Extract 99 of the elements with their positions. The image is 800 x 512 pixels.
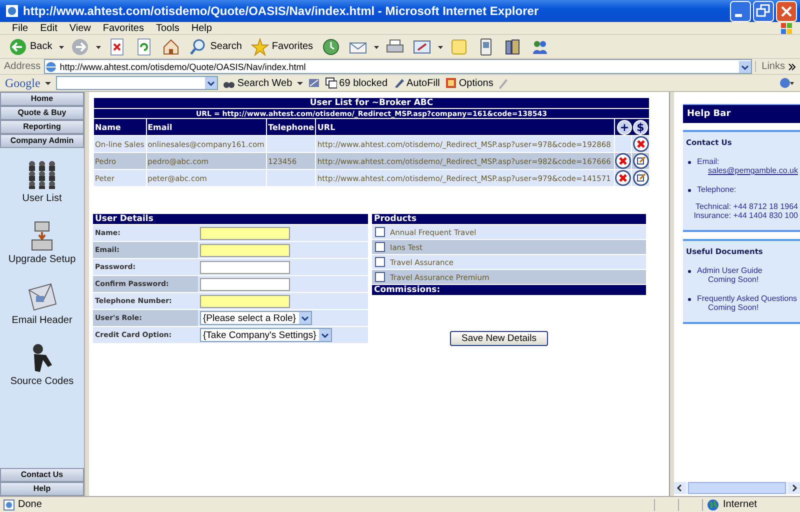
browser-icon [5,4,19,18]
column-header: URL [316,119,614,135]
edit-icon[interactable] [632,170,649,186]
nav-button[interactable]: Help [0,482,84,496]
edit-icon[interactable] [413,38,432,56]
bullet-icon [688,298,691,301]
user-group-icon[interactable] [26,160,58,190]
page-icon [44,60,57,72]
windows-logo-icon [780,22,794,34]
page-icon [3,498,15,510]
bullet-icon [688,161,691,164]
search-field[interactable] [56,76,218,90]
chevron-icon[interactable] [788,62,796,72]
address-label: Address [4,61,41,72]
printer-icon[interactable] [386,38,404,56]
round-button[interactable]: + [617,120,632,134]
pen-icon [392,77,405,89]
status-text: Done [18,499,42,510]
delete-icon[interactable] [615,170,632,186]
history-icon[interactable] [322,38,340,56]
help-text: Coming Soon! [707,275,760,284]
checkbox[interactable] [375,242,385,252]
section-header: User Details [93,214,368,224]
search-icon [189,38,208,56]
horizontal-scrollbar[interactable] [674,482,800,494]
table-title: User List for ~Broker ABC [94,98,649,108]
section-header: Products [372,214,646,224]
help-text: Email: [697,157,720,166]
nav-link[interactable]: Source Codes [10,376,74,387]
checkbox[interactable] [375,227,385,237]
round-button[interactable]: $ [633,120,648,134]
envelope-icon[interactable] [26,282,58,312]
stop-icon[interactable] [108,38,126,56]
nav-button[interactable]: Home [0,92,84,106]
google-logo[interactable]: Google [5,76,40,90]
input-field[interactable] [200,278,290,290]
nav-link[interactable]: Email Header [12,315,72,326]
dropdown[interactable]: {Please select a Role} [200,311,312,325]
delete-icon[interactable] [615,153,632,169]
minimize-button[interactable] [730,0,751,22]
dropdown[interactable]: {Take Company's Settings} [200,328,332,342]
globe-icon [707,498,719,510]
links-button[interactable]: Links [754,61,785,72]
help-bar-title: Help Bar [683,104,800,123]
close-button[interactable] [776,0,797,22]
help-text: Telephone: [697,185,736,194]
input-field[interactable] [200,244,290,256]
refresh-icon[interactable] [135,38,154,56]
input-field[interactable] [200,260,290,274]
section-header: Commissions: [372,285,646,295]
nav-link[interactable]: Upgrade Setup [8,254,76,265]
email-link[interactable]: sales@pemgamble.co.uk [697,166,798,175]
help-link[interactable]: Frequently Asked Questions [697,294,798,303]
nav-button[interactable]: Contact Us [0,468,84,482]
scroll-thumb[interactable] [688,482,786,494]
restore-button[interactable] [753,0,774,22]
home-icon[interactable] [162,38,180,56]
star-icon [250,38,269,56]
delete-icon[interactable] [632,136,649,152]
menu-item[interactable]: Help [185,22,218,34]
nav-button[interactable]: Quote & Buy [0,106,84,120]
security-zone: Internet [723,499,757,510]
bullet-icon [688,189,691,192]
nav-button[interactable]: Company Admin [0,134,84,148]
nav-link[interactable]: User List [22,193,62,204]
menu-item[interactable]: Edit [34,22,64,34]
book-icon[interactable] [504,38,522,56]
save-button[interactable]: Save New Details [450,331,548,346]
options-icon [444,77,457,89]
search-button[interactable]: Search [186,38,245,56]
column-header: Email [146,119,266,135]
scroll-left-icon[interactable] [674,482,686,494]
help-link[interactable]: Admin User Guide [697,266,762,275]
help-text: Coming Soon! [707,303,760,312]
column-header: Name [94,119,146,135]
column-header: Telephone [267,119,316,135]
checkbox[interactable] [375,257,385,267]
menu-item[interactable]: Favorites [96,22,150,34]
menu-item[interactable]: File [6,22,34,34]
help-text: Insurance: +44 1404 830 100 [694,211,798,220]
window-title: http://www.ahtest.com/otisdemo/Quote/OASIS/Nav/index.html - Microsoft Internet Explorer [23,4,540,18]
scroll-right-icon[interactable] [788,482,800,494]
input-field[interactable] [200,294,290,308]
checkbox[interactable] [375,272,385,282]
bullet-icon [688,270,691,273]
menu-item[interactable]: View [63,22,97,34]
address-field[interactable]: http://www.ahtest.com/otisdemo/Quote/OASIS/Nav/index.html [44,59,752,74]
star-button[interactable]: Favorites [248,38,316,56]
input-field[interactable] [200,226,290,240]
autofill-button[interactable]: AutoFill [392,77,440,89]
edit-icon[interactable] [632,153,649,169]
search-web-button[interactable]: Search Web [223,77,292,89]
menu-item[interactable]: Tools [150,22,186,34]
popup-blocker-button[interactable]: 69 blocked [325,77,388,89]
options-button[interactable]: Options [444,77,494,89]
nav-button[interactable]: Reporting [0,120,84,134]
windows-icon [325,77,338,89]
help-text: Technical: +44 8712 18 1964 [695,202,798,211]
back-arrow-button[interactable]: Back [6,38,56,56]
